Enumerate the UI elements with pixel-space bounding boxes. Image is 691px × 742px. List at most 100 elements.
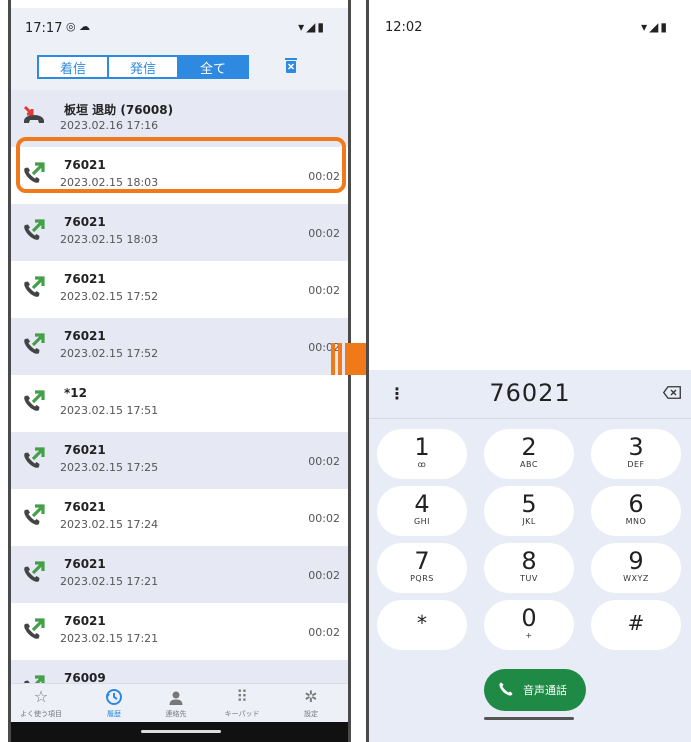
call-duration: 00:02: [308, 227, 340, 240]
call-date: 2023.02.15 17:52: [60, 347, 159, 360]
key-5[interactable]: 5 JKL: [484, 486, 574, 536]
phone-icon: [499, 682, 513, 696]
key-letters: TUV: [520, 574, 538, 583]
key-digit: 5: [521, 490, 537, 518]
nav-gear[interactable]: ✲ 設定: [281, 684, 341, 719]
outgoing-call-icon: [24, 561, 45, 582]
call-date: 2023.02.15 17:51: [60, 404, 159, 417]
key-digit: 4: [414, 490, 430, 518]
nav-history[interactable]: 履歴: [84, 684, 144, 719]
key-1[interactable]: 1ꝏ: [377, 429, 467, 479]
dialer-screen: 12:02 ▾◢▮ ⋮ 76021 1 ꝏ 2 ABC 3 DEF 4 GHI 5 JKL 6 MNO…: [369, 0, 691, 742]
nav-label: キーパッド: [224, 710, 260, 718]
call-history-row[interactable]: 76021 2023.02.15 17:52 00:02: [11, 261, 348, 318]
call-name: *12: [64, 386, 87, 400]
key-3[interactable]: 3 DEF: [591, 429, 681, 479]
dialed-number[interactable]: 76021: [369, 379, 691, 407]
history-icon: [84, 684, 144, 706]
call-duration: 00:02: [308, 455, 340, 468]
key-4[interactable]: 4 GHI: [377, 486, 467, 536]
key-letters: PQRS: [410, 574, 434, 583]
call-date: 2023.02.15 17:25: [60, 461, 159, 474]
key-digit: 2: [521, 433, 537, 461]
nav-label: 連絡先: [165, 710, 187, 718]
key-digit: 7: [414, 547, 430, 575]
tab-incoming[interactable]: 着信: [37, 55, 109, 79]
key-digit: 1: [414, 433, 430, 461]
call-history-row[interactable]: 76021 2023.02.15 18:03 00:02: [11, 204, 348, 261]
dialpad-panel: ⋮ 76021 1 ꝏ 2 ABC 3 DEF 4 GHI 5 JKL 6 MNO 7 PQRS 8 TUV 9…: [369, 370, 691, 742]
call-history-row[interactable]: 76021 2023.02.15 17:25 00:02: [11, 432, 348, 489]
call-date: 2023.02.15 17:24: [60, 518, 159, 531]
tab-outgoing[interactable]: 発信: [107, 55, 179, 79]
key-letters: GHI: [413, 517, 431, 526]
nav-person[interactable]: 連絡先: [146, 684, 206, 719]
outgoing-call-icon: [24, 618, 45, 639]
key-8[interactable]: 8 TUV: [484, 543, 574, 593]
call-date: 2023.02.15 17:21: [60, 575, 159, 588]
highlight-outline: [16, 137, 346, 193]
outgoing-call-icon: [24, 219, 45, 240]
phone-left: 17:17 ◎ ☁ ▾◢▮ 着信 発信 全て 板垣 退助 (76008) 2023…: [8, 0, 351, 742]
key-star[interactable]: *: [377, 600, 467, 650]
key-digit: 6: [628, 490, 644, 518]
call-history-row[interactable]: 76021 2023.02.15 17:24 00:02: [11, 489, 348, 546]
key-letters: ꝏ: [417, 460, 427, 469]
call-name: 76021: [64, 329, 106, 343]
key-digit: 8: [521, 547, 537, 575]
key-2[interactable]: 2 ABC: [484, 429, 574, 479]
status-right-icons: ▾◢▮: [298, 20, 326, 34]
gesture-bar-right: [369, 717, 691, 720]
phone-right: 12:02 ▾◢▮ ⋮ 76021 1 ꝏ 2 ABC 3 DEF 4 GHI 5 JKL 6 MNO…: [366, 0, 691, 742]
call-name: 76021: [64, 215, 106, 229]
tab-all[interactable]: 全て: [177, 55, 249, 79]
key-pound[interactable]: #: [591, 600, 681, 650]
call-history-row[interactable]: *12 2023.02.15 17:51: [11, 375, 348, 432]
key-digit: 9: [628, 547, 644, 575]
gear-icon: ✲: [304, 687, 318, 706]
gesture-bar: [11, 722, 348, 742]
key-9[interactable]: 9 WXYZ: [591, 543, 681, 593]
nav-label: 設定: [304, 710, 318, 718]
call-history-row[interactable]: 76021 2023.02.15 17:52 00:02: [11, 318, 348, 375]
nav-keypad[interactable]: ⠿ キーパッド: [212, 684, 272, 719]
key-7[interactable]: 7 PQRS: [377, 543, 467, 593]
voice-call-button[interactable]: 音声通話: [484, 669, 586, 711]
call-history-row[interactable]: 76021 2023.02.15 17:21 00:02: [11, 603, 348, 660]
trash-icon[interactable]: [285, 57, 297, 73]
nav-label: よく使う項目: [20, 710, 62, 718]
missed-call-icon: [23, 105, 44, 123]
outgoing-call-icon: [24, 390, 45, 411]
key-letters: ABC: [520, 460, 538, 469]
backspace-icon[interactable]: [663, 386, 681, 399]
call-date: 2023.02.15 18:03: [60, 233, 159, 246]
key-0[interactable]: 0 +: [484, 600, 574, 650]
call-name: 76021: [64, 272, 106, 286]
call-history-row[interactable]: 76021 2023.02.15 17:21 00:02: [11, 546, 348, 603]
person-icon: [146, 684, 206, 706]
voice-call-label: 音声通話: [523, 684, 567, 697]
outgoing-call-icon: [24, 276, 45, 297]
status-bar-right: 12:02 ▾◢▮: [369, 8, 691, 48]
key-6[interactable]: 6 MNO: [591, 486, 681, 536]
nav-star[interactable]: ☆ よく使う項目: [11, 684, 71, 719]
status-right-icons-right: ▾◢▮: [641, 20, 669, 34]
star-icon: ☆: [33, 687, 49, 706]
status-left-icons: ◎ ☁: [66, 20, 91, 33]
key-digit: #: [627, 611, 645, 635]
outgoing-call-icon: [24, 333, 45, 354]
outgoing-call-icon: [24, 447, 45, 468]
call-date: 2023.02.16 17:16: [60, 119, 159, 132]
key-digit: 0: [521, 604, 537, 632]
call-duration: 00:02: [308, 626, 340, 639]
status-time-right: 12:02: [385, 20, 423, 35]
call-duration: 00:02: [308, 512, 340, 525]
key-letters: DEF: [627, 460, 645, 469]
number-row: ⋮ 76021: [369, 370, 691, 419]
key-digit: *: [417, 611, 427, 635]
status-time: 17:17: [25, 21, 63, 36]
call-duration: 00:02: [308, 284, 340, 297]
call-name: 76021: [64, 500, 106, 514]
call-duration: 00:02: [308, 569, 340, 582]
key-letters: +: [525, 631, 533, 640]
